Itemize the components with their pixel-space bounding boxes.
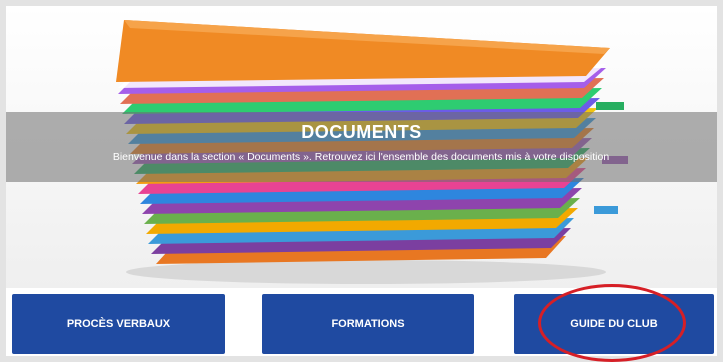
- page-title: DOCUMENTS: [301, 122, 422, 142]
- guide-du-club-button[interactable]: GUIDE DU CLUB: [514, 294, 714, 354]
- hero-banner: DOCUMENTS Bienvenue dans la section « Do…: [6, 112, 717, 182]
- page-subtitle: Bienvenue dans la section « Documents ».…: [112, 151, 610, 163]
- proces-verbaux-button[interactable]: PROCÈS VERBAUX: [12, 294, 225, 354]
- formations-button[interactable]: FORMATIONS: [262, 294, 474, 354]
